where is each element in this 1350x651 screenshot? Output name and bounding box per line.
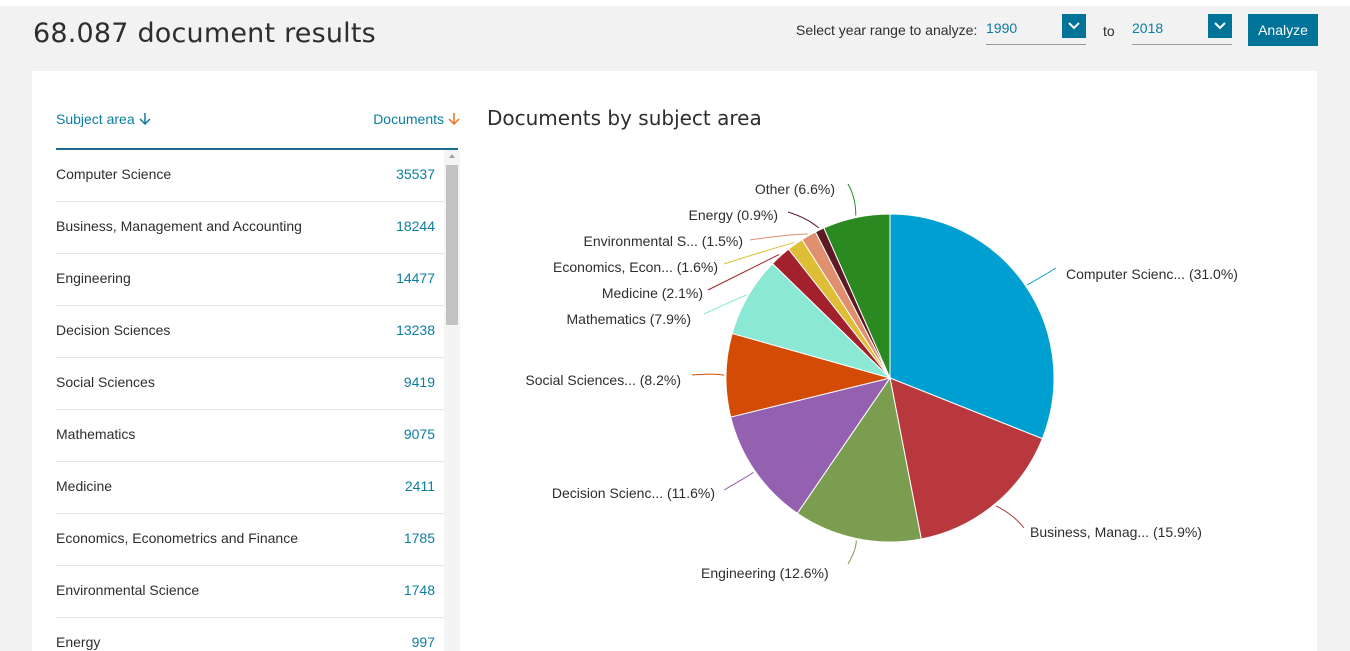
slice-label: Mathematics (7.9%) xyxy=(567,311,691,327)
slice-label: Computer Scienc... (31.0%) xyxy=(1066,266,1238,282)
label-connector xyxy=(1027,267,1057,286)
slice-label: Social Sciences... (8.2%) xyxy=(525,372,681,388)
slice-label: Decision Scienc... (11.6%) xyxy=(552,485,715,501)
slice-label: Other (6.6%) xyxy=(755,181,835,197)
label-connector xyxy=(749,233,808,241)
label-connector xyxy=(995,505,1025,529)
slice-label: Business, Manag... (15.9%) xyxy=(1030,524,1202,540)
label-connector xyxy=(847,183,857,216)
slice-label: Medicine (2.1%) xyxy=(602,285,703,301)
label-connector xyxy=(787,211,820,229)
slice-label: Environmental S... (1.5%) xyxy=(583,233,743,249)
slice-label: Economics, Econ... (1.6%) xyxy=(553,259,718,275)
subject-area-pie-chart: Computer Scienc... (31.0%) Business, Mana… xyxy=(525,181,1238,581)
slice-label: Engineering (12.6%) xyxy=(701,565,829,581)
slice-label: Energy (0.9%) xyxy=(689,207,778,223)
label-connector xyxy=(723,472,754,491)
label-connector xyxy=(847,540,857,565)
label-connector xyxy=(691,373,725,376)
